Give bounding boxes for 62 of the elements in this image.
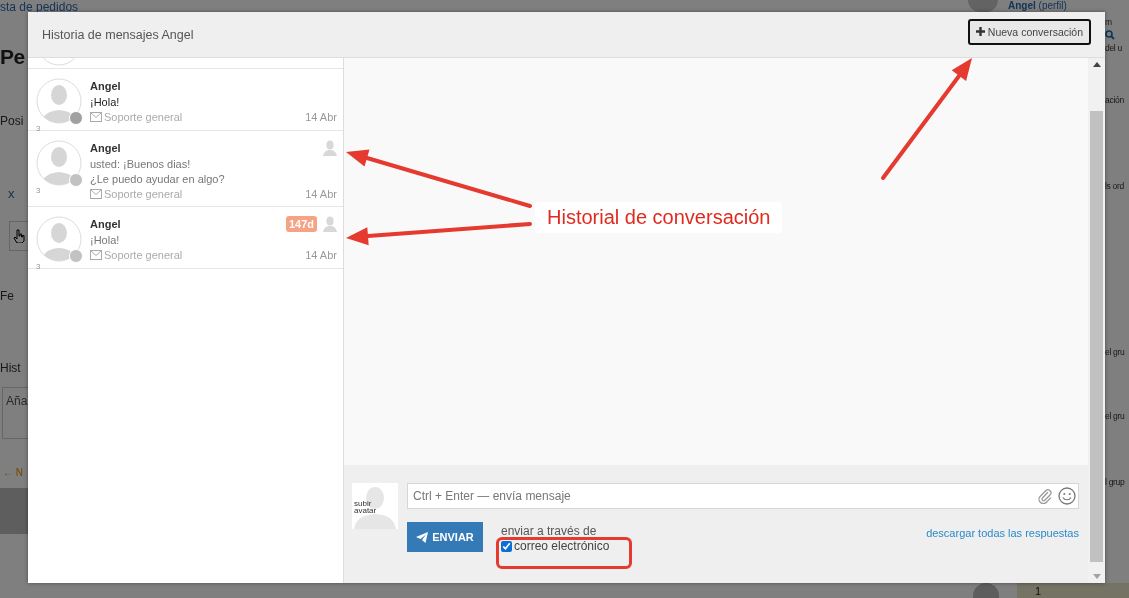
section-label: Hist <box>0 361 21 375</box>
table-cell: 1 <box>1017 583 1129 598</box>
contact-name: Angel <box>90 80 122 92</box>
message-date: 14 Abr <box>305 111 337 123</box>
envelope-icon <box>90 112 102 122</box>
page-text: el gru <box>1105 346 1125 358</box>
contact-name: Angel <box>90 142 122 154</box>
dialog-title: Historia de mensajes Angel <box>42 27 194 42</box>
download-replies-link[interactable]: descargar todas las respuestas <box>926 527 1079 539</box>
channel-label: Soporte general <box>104 188 184 200</box>
avatar-icon <box>36 140 82 186</box>
scrollbar[interactable] <box>1088 58 1105 583</box>
avatar-icon <box>36 78 82 124</box>
envelope-icon <box>90 250 102 260</box>
smiley-icon[interactable] <box>1058 487 1076 505</box>
plus-icon <box>975 27 985 36</box>
message-preview: ¿Le puedo ayudar en algo? <box>90 172 226 187</box>
message-preview: ¡Hola! <box>90 95 121 110</box>
message-count: 3 <box>36 262 41 271</box>
message-count: 3 <box>36 186 41 195</box>
conversation-item[interactable]: 3 Angel ¡Hola! Soporte general 14 Abr <box>28 69 343 131</box>
hand-pointer-icon <box>13 229 25 243</box>
message-preview: usted: ¡Buenos dias! <box>90 157 192 172</box>
upload-avatar-button[interactable]: subir avatar <box>352 483 398 529</box>
page-text: ación <box>1105 94 1124 106</box>
new-conversation-button[interactable]: Nueva conversación <box>967 18 1091 45</box>
annotation-label: Historial de conversación <box>535 202 783 233</box>
avatar-icon <box>973 583 999 598</box>
message-field[interactable]: Ctrl + Enter — envía mensaje <box>407 483 1079 509</box>
channel-label: Soporte general <box>104 111 184 123</box>
page-text: del u <box>1105 42 1122 54</box>
send-via-label: enviar a través de <box>501 523 598 539</box>
page-text: el gru <box>1105 410 1125 422</box>
hand-button[interactable] <box>9 221 28 251</box>
section-label: Fe <box>0 289 14 303</box>
message-date: 14 Abr <box>305 249 337 261</box>
email-checkbox[interactable] <box>501 540 512 552</box>
conversation-item[interactable]: 3 Angel usted: ¡Buenos dias! ¿Le puedo ayudar en algo? Soporte general 14 Abr <box>28 131 343 207</box>
channel-label: Soporte general <box>104 249 184 261</box>
avatar-icon <box>36 216 82 262</box>
message-count: 3 <box>36 124 41 133</box>
message-date: 14 Abr <box>305 188 337 200</box>
section-label: Posi <box>0 114 24 128</box>
remove-link[interactable]: x <box>0 186 15 201</box>
conversation-item[interactable]: 3 Angel 147d ¡Hola! Soporte general 14 Abr <box>28 207 343 269</box>
profile-link[interactable]: Angel (perfil) <box>1008 0 1067 12</box>
page-text: m <box>1105 16 1112 28</box>
paperclip-icon[interactable] <box>1038 488 1052 504</box>
avatar-icon <box>0 488 28 534</box>
avatar-icon <box>968 0 998 12</box>
search-icon[interactable] <box>1105 30 1115 40</box>
email-option-label: correo electrónico <box>514 539 610 553</box>
age-badge: 147d <box>285 216 317 232</box>
envelope-icon <box>90 189 102 199</box>
send-button[interactable]: ENVIAR <box>407 522 483 552</box>
scroll-up-icon[interactable] <box>1092 62 1101 67</box>
breadcrumb-link[interactable]: sta de pedidos <box>0 0 79 14</box>
paper-plane-icon <box>416 531 429 543</box>
contact-name: Angel <box>90 218 122 230</box>
message-preview: ¡Hola! <box>90 233 121 248</box>
page-heading: Pe <box>0 44 25 70</box>
page-text: ls ord <box>1105 180 1124 192</box>
